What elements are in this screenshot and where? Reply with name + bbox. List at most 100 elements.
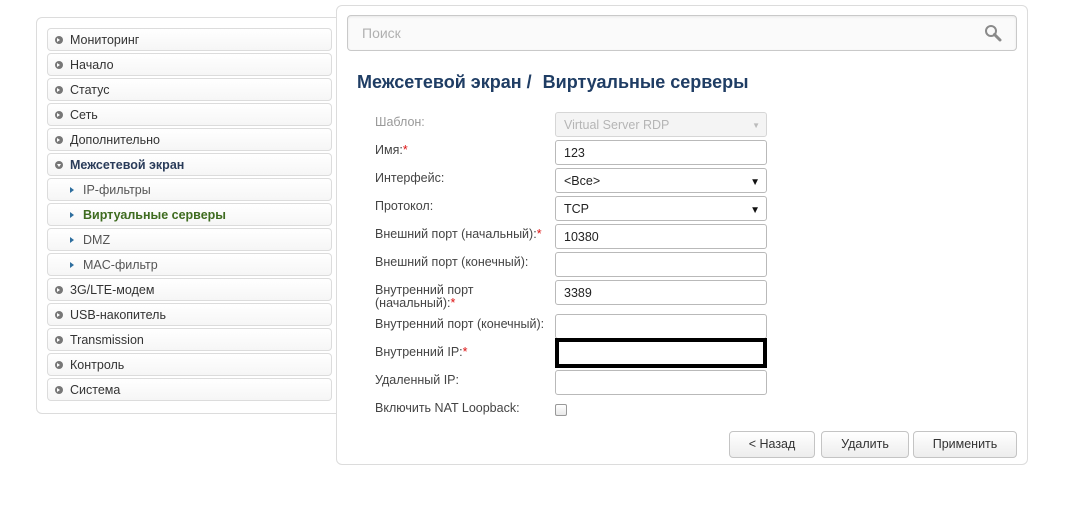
ext-port-start-input[interactable] <box>564 229 759 244</box>
bullet-arrow-icon <box>55 35 63 44</box>
sidebar-item-network[interactable]: Сеть <box>47 103 332 126</box>
form-row-int-port-start: Внутренний порт (начальный):* <box>375 280 775 314</box>
apply-button[interactable]: Применить <box>913 431 1017 458</box>
bullet-arrow-icon <box>55 60 63 69</box>
sidebar-item-monitoring[interactable]: Мониторинг <box>47 28 332 51</box>
protocol-select[interactable]: TCP ▼ <box>555 196 767 221</box>
bullet-arrow-icon <box>55 360 63 369</box>
sidebar-subitem-dmz[interactable]: DMZ <box>47 228 332 251</box>
form-row-name: Имя:* <box>375 140 775 168</box>
int-port-end-wrapper <box>555 314 767 339</box>
sidebar-subitem-virtual-servers[interactable]: Виртуальные серверы <box>47 203 332 226</box>
sidebar-item-control[interactable]: Контроль <box>47 353 332 376</box>
form-row-ext-port-start: Внешний порт (начальный):* <box>375 224 775 252</box>
sidebar-item-label: Межсетевой экран <box>70 157 185 172</box>
bullet-arrow-down-icon <box>55 160 63 169</box>
int-port-start-wrapper <box>555 280 767 305</box>
main-panel: Межсетевой экран / Виртуальные серверы Ш… <box>336 5 1028 465</box>
bullet-arrow-icon <box>55 285 63 294</box>
interface-value: <Все> <box>564 173 601 188</box>
ext-port-start-label: Внешний порт (начальный):* <box>375 227 542 241</box>
sidebar-item-label: Мониторинг <box>70 32 140 47</box>
template-label: Шаблон: <box>375 115 425 129</box>
sidebar-item-label: Transmission <box>70 332 144 347</box>
int-port-start-input[interactable] <box>564 285 759 300</box>
sidebar-item-label: Виртуальные серверы <box>83 207 226 222</box>
sidebar-item-firewall[interactable]: Межсетевой экран <box>47 153 332 176</box>
int-port-end-input[interactable] <box>564 319 759 334</box>
breadcrumb-current: Виртуальные серверы <box>542 72 749 92</box>
interface-select[interactable]: <Все> ▼ <box>555 168 767 193</box>
sidebar-item-system[interactable]: Система <box>47 378 332 401</box>
form-row-template: Шаблон: Virtual Server RDP ▼ <box>375 112 775 140</box>
name-input[interactable] <box>564 145 759 160</box>
name-label: Имя:* <box>375 143 408 157</box>
internal-ip-wrapper <box>555 338 767 368</box>
dropdown-arrow-icon: ▼ <box>752 121 760 130</box>
sidebar-item-label: IP-фильтры <box>83 182 151 197</box>
protocol-value: TCP <box>564 201 589 216</box>
sidebar-item-label: MAC-фильтр <box>83 257 158 272</box>
remote-ip-label: Удаленный IP: <box>375 373 459 387</box>
form-row-remote-ip: Удаленный IP: <box>375 370 775 398</box>
form-row-protocol: Протокол: TCP ▼ <box>375 196 775 224</box>
remote-ip-wrapper <box>555 370 767 395</box>
template-select: Virtual Server RDP ▼ <box>555 112 767 137</box>
bullet-arrow-icon <box>55 385 63 394</box>
search-icon[interactable] <box>984 24 1002 42</box>
sidebar-item-label: Статус <box>70 82 110 97</box>
bullet-arrow-icon <box>55 310 63 319</box>
int-port-start-label: Внутренний порт (начальный):* <box>375 283 474 310</box>
sidebar-item-advanced[interactable]: Дополнительно <box>47 128 332 151</box>
internal-ip-input[interactable] <box>567 346 762 360</box>
delete-button[interactable]: Удалить <box>821 431 909 458</box>
form-row-nat-loopback: Включить NAT Loopback: <box>375 398 775 426</box>
form-row-interface: Интерфейс: <Все> ▼ <box>375 168 775 196</box>
sidebar-item-label: DMZ <box>83 232 111 247</box>
protocol-label: Протокол: <box>375 199 434 213</box>
sidebar-item-label: USB-накопитель <box>70 307 166 322</box>
form-row-internal-ip: Внутренний IP:* <box>375 338 775 370</box>
ext-port-end-label: Внешний порт (конечный): <box>375 255 529 269</box>
chevron-right-icon <box>69 211 75 219</box>
sidebar-item-label: Сеть <box>70 107 98 122</box>
search-box <box>347 15 1017 51</box>
template-value: Virtual Server RDP <box>564 117 670 132</box>
sidebar-item-start[interactable]: Начало <box>47 53 332 76</box>
sidebar-item-label: Контроль <box>70 357 125 372</box>
sidebar-item-label: Начало <box>70 57 114 72</box>
form-row-ext-port-end: Внешний порт (конечный): <box>375 252 775 280</box>
breadcrumb-parent[interactable]: Межсетевой экран / <box>357 72 532 92</box>
sidebar-subitem-mac-filter[interactable]: MAC-фильтр <box>47 253 332 276</box>
sidebar-item-usb[interactable]: USB-накопитель <box>47 303 332 326</box>
sidebar-item-label: 3G/LTE-модем <box>70 282 155 297</box>
sidebar-item-label: Дополнительно <box>70 132 160 147</box>
bullet-arrow-icon <box>55 85 63 94</box>
search-input[interactable] <box>362 18 982 48</box>
back-button[interactable]: < Назад <box>729 431 815 458</box>
bullet-arrow-icon <box>55 110 63 119</box>
remote-ip-input[interactable] <box>564 375 759 390</box>
ext-port-end-wrapper <box>555 252 767 277</box>
sidebar-item-3g-lte[interactable]: 3G/LTE-модем <box>47 278 332 301</box>
dropdown-arrow-icon: ▼ <box>750 205 760 216</box>
sidebar-menu: Мониторинг Начало Статус Сеть Дополнител… <box>47 28 332 403</box>
sidebar-item-transmission[interactable]: Transmission <box>47 328 332 351</box>
chevron-right-icon <box>69 236 75 244</box>
internal-ip-label: Внутренний IP:* <box>375 345 468 359</box>
sidebar-item-label: Система <box>70 382 121 397</box>
sidebar-subitem-ip-filters[interactable]: IP-фильтры <box>47 178 332 201</box>
nat-loopback-label: Включить NAT Loopback: <box>375 401 520 415</box>
chevron-right-icon <box>69 261 75 269</box>
dropdown-arrow-icon: ▼ <box>750 177 760 188</box>
sidebar: Мониторинг Начало Статус Сеть Дополнител… <box>36 17 342 414</box>
ext-port-start-wrapper <box>555 224 767 249</box>
int-port-end-label: Внутренний порт (конечный): <box>375 317 545 331</box>
ext-port-end-input[interactable] <box>564 257 759 272</box>
interface-label: Интерфейс: <box>375 171 445 185</box>
nat-loopback-checkbox[interactable] <box>555 404 567 416</box>
chevron-right-icon <box>69 186 75 194</box>
name-field-wrapper <box>555 140 767 165</box>
sidebar-item-status[interactable]: Статус <box>47 78 332 101</box>
page-title: Межсетевой экран / Виртуальные серверы <box>357 72 749 93</box>
